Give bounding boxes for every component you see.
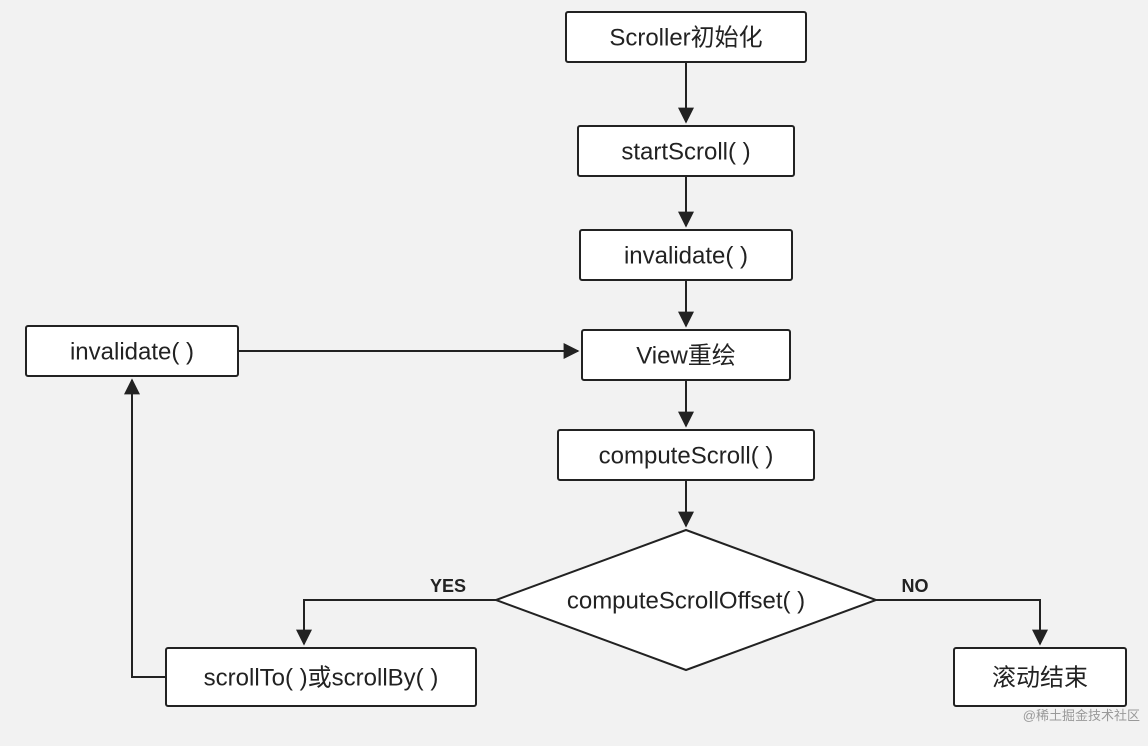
node-computescroll-label: computeScroll( ) xyxy=(599,442,774,469)
watermark: @稀土掘金技术社区 xyxy=(1023,708,1140,723)
node-decision: computeScrollOffset( ) xyxy=(496,530,876,670)
edge-yes-label: YES xyxy=(430,576,466,596)
node-computescroll: computeScroll( ) xyxy=(558,430,814,480)
node-scroller-init-label: Scroller初始化 xyxy=(609,24,762,51)
edge-no xyxy=(876,600,1040,644)
node-end-label: 滚动结束 xyxy=(992,664,1088,691)
node-invalidate-left-label: invalidate( ) xyxy=(70,338,194,365)
node-startscroll: startScroll( ) xyxy=(578,126,794,176)
node-invalidate-center: invalidate( ) xyxy=(580,230,792,280)
edge-yes xyxy=(304,600,496,644)
edge-scrolltoby-invalidateleft xyxy=(132,380,166,677)
node-invalidate-left: invalidate( ) xyxy=(26,326,238,376)
node-end: 滚动结束 xyxy=(954,648,1126,706)
node-decision-label: computeScrollOffset( ) xyxy=(567,587,805,614)
node-scroller-init: Scroller初始化 xyxy=(566,12,806,62)
node-scrolltoby-label: scrollTo( )或scrollBy( ) xyxy=(204,664,439,691)
edge-no-label: NO xyxy=(902,576,929,596)
node-view-redraw: View重绘 xyxy=(582,330,790,380)
node-startscroll-label: startScroll( ) xyxy=(621,138,750,165)
node-scrolltoby: scrollTo( )或scrollBy( ) xyxy=(166,648,476,706)
node-invalidate-center-label: invalidate( ) xyxy=(624,242,748,269)
node-view-redraw-label: View重绘 xyxy=(636,342,736,369)
